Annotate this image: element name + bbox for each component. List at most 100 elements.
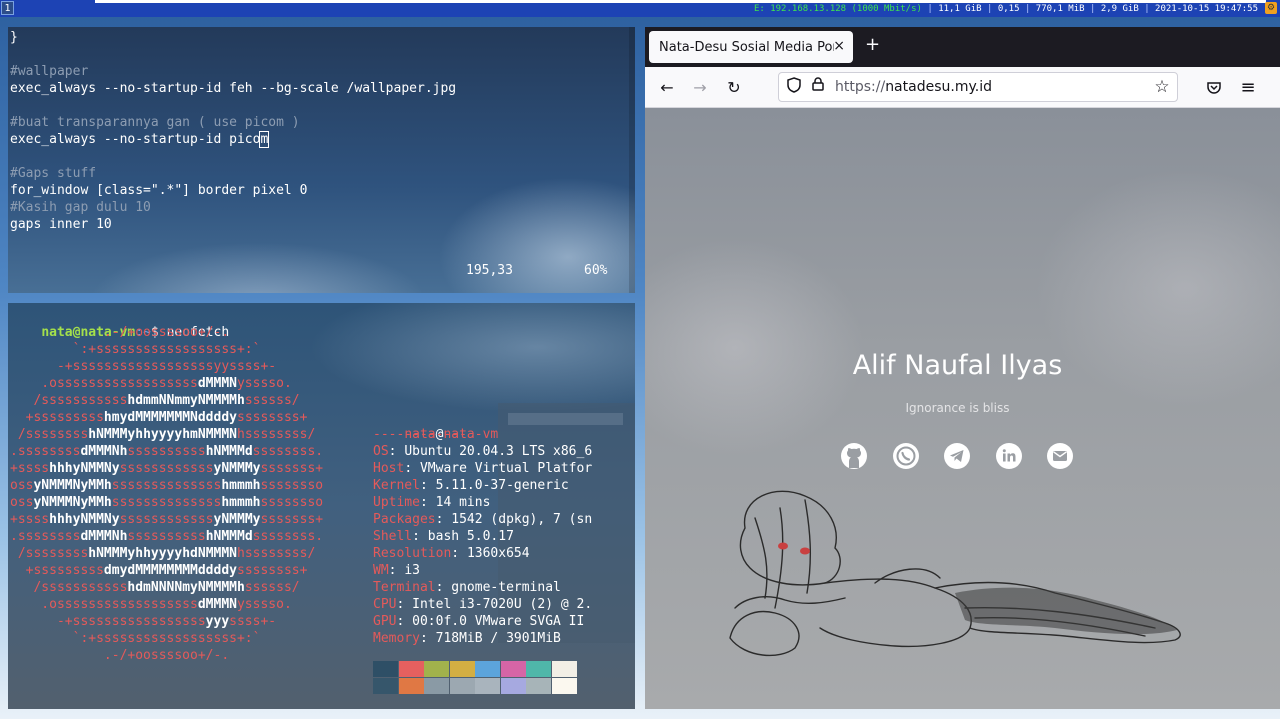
wallpaper-building	[508, 413, 623, 425]
info-key: Memory	[373, 631, 420, 646]
web-page: Alif Naufal Ilyas Ignorance is bliss	[645, 108, 1280, 709]
vim-code-line: for_window [class=".*"] border pixel 0	[10, 183, 308, 198]
vim-code-line	[10, 46, 456, 63]
vim-comment-line: #buat transparannya gan ( use picom )	[10, 115, 300, 130]
firefox-window: Nata-Desu Sosial Media Port × + ← → ↻ ht…	[645, 27, 1280, 709]
info-value: Ubuntu 20.04.3 LTS x86_6	[404, 444, 593, 459]
logo-line: ossyNMMMNyMMhsssssssssssssshmmmhssssssso	[10, 478, 324, 493]
palette-swatch	[526, 678, 551, 694]
info-value: bash 5.0.17	[427, 529, 514, 544]
palette-swatch	[398, 661, 424, 677]
vim-editor-window[interactable]: } #wallpaper exec_always --no-startup-id f…	[8, 27, 635, 293]
scrollbar[interactable]	[629, 27, 635, 293]
info-key: WM	[373, 563, 389, 578]
memory2-status: 2,9 GiB	[1100, 4, 1139, 14]
vim-cursor: m	[259, 131, 270, 148]
bookmark-star-icon[interactable]: ☆	[1152, 77, 1172, 97]
logo-line: +ssssssssshmydMMMMMMMNddddyssssssss+	[10, 410, 308, 425]
vim-ruler: 195,33	[466, 263, 513, 278]
info-line: CPU: Intel i3-7020U (2) @ 2.	[373, 597, 593, 612]
info-line: Shell: bash 5.0.17	[373, 529, 514, 544]
vim-buffer[interactable]: } #wallpaper exec_always --no-startup-id f…	[10, 29, 456, 233]
info-key: Uptime	[373, 495, 420, 510]
info-value: gnome-terminal	[451, 580, 561, 595]
new-tab-button[interactable]: +	[865, 34, 880, 55]
menu-icon[interactable]: ≡	[1237, 77, 1259, 99]
telegram-icon[interactable]	[942, 441, 972, 471]
info-value: 14 mins	[435, 495, 491, 510]
info-line: Resolution: 1360x654	[373, 546, 530, 561]
info-line: Uptime: 14 mins	[373, 495, 491, 510]
browser-tab[interactable]: Nata-Desu Sosial Media Port ×	[649, 31, 853, 63]
logo-line: .ssssssssdMMMNhsssssssssshNMMMdssssssss.	[10, 529, 324, 544]
info-line: OS: Ubuntu 20.04.3 LTS x86_6	[373, 444, 593, 459]
palette-swatch	[424, 661, 449, 677]
palette-swatch	[449, 678, 475, 694]
whatsapp-icon[interactable]	[891, 441, 921, 471]
info-value: 1542 (dpkg), 7 (sn	[451, 512, 593, 527]
palette-swatch	[449, 661, 475, 677]
logo-line: -+ssssssssssssssssssyyssss+-	[10, 359, 277, 374]
tab-close-icon[interactable]: ×	[833, 38, 845, 54]
info-line: GPU: 00:0f.0 VMware SVGA II	[373, 614, 585, 629]
memory-status: 770,1 MiB	[1035, 4, 1085, 14]
linkedin-icon[interactable]	[994, 441, 1024, 471]
palette-swatch	[526, 661, 551, 677]
info-key: OS	[373, 444, 389, 459]
shield-icon[interactable]	[784, 77, 804, 97]
vim-code-line	[10, 148, 456, 165]
info-value: 1360x654	[466, 546, 530, 561]
info-key: CPU	[373, 597, 397, 612]
info-value: i3	[404, 563, 420, 578]
i3-status-bar: 1 E: 192.168.13.128 (1000 Mbit/s) | 11,1…	[0, 0, 1280, 17]
url-text[interactable]: https://natadesu.my.id	[835, 79, 992, 95]
palette-swatch	[475, 678, 500, 694]
anime-girl-illustration	[729, 490, 1181, 657]
palette-swatch	[398, 678, 424, 694]
reload-button[interactable]: ↻	[723, 77, 745, 99]
pocket-icon[interactable]	[1203, 77, 1225, 99]
github-icon[interactable]	[839, 441, 869, 471]
workspace-button[interactable]: 1	[1, 1, 14, 15]
info-value: Intel i3-7020U (2) @ 2.	[412, 597, 593, 612]
vim-code-line: exec_always --no-startup-id picom	[10, 131, 270, 148]
background-cloud	[645, 238, 865, 458]
vim-code-line	[10, 97, 456, 114]
palette-swatch	[475, 661, 500, 677]
back-button[interactable]: ←	[656, 77, 678, 99]
nav-toolbar: ← → ↻ https://natadesu.my.id ☆ ≡	[645, 67, 1280, 108]
info-line: Kernel: 5.11.0-37-generic	[373, 478, 569, 493]
forward-button[interactable]: →	[689, 77, 711, 99]
terminal-window[interactable]: nata@nata-vm:~$ neofetch .-/+oossssoo+/-…	[8, 303, 635, 709]
network-status: E: 192.168.13.128 (1000 Mbit/s)	[753, 4, 922, 14]
status-text: E: 192.168.13.128 (1000 Mbit/s) | 11,1 G…	[753, 4, 1258, 14]
info-key: Kernel	[373, 478, 420, 493]
info-line: WM: i3	[373, 563, 420, 578]
logo-line: .ssssssssdMMMNhsssssssssshNMMMdssssssss.	[10, 444, 324, 459]
logo-line: `:+ssssssssssssssssss+:`	[10, 631, 261, 646]
info-value: VMware Virtual Platfor	[419, 461, 593, 476]
neofetch-separator: ------------	[373, 427, 467, 442]
tab-bar: Nata-Desu Sosial Media Port × +	[645, 27, 1280, 67]
logo-line: -+sssssssssssssssssyyyssss+-	[10, 614, 277, 629]
info-line: Packages: 1542 (dpkg), 7 (sn	[373, 512, 593, 527]
info-value: 718MiB / 3901MiB	[435, 631, 561, 646]
info-key: Packages	[373, 512, 436, 527]
info-value: 5.11.0-37-generic	[435, 478, 569, 493]
palette-swatch	[551, 678, 577, 694]
logo-line: ossyNMMMNyMMhsssssssssssssshmmmhssssssso	[10, 495, 324, 510]
url-bar[interactable]: https://natadesu.my.id ☆	[778, 72, 1178, 102]
logo-line: +sssshhhyNMMNyssssssssssssyNMMMysssssss+	[10, 461, 324, 476]
palette-swatch	[373, 678, 398, 694]
info-key: GPU	[373, 614, 397, 629]
info-line: Host: VMware Virtual Platfor	[373, 461, 593, 476]
info-line: Terminal: gnome-terminal	[373, 580, 561, 595]
logo-line: +sssssssssdmydMMMMMMMMddddyssssssss+	[10, 563, 308, 578]
wallpaper-sky	[308, 303, 635, 413]
email-icon[interactable]	[1045, 441, 1075, 471]
lock-icon[interactable]	[808, 77, 828, 97]
tray-icon[interactable]: ⚙	[1265, 2, 1277, 14]
vim-code-line: exec_always --no-startup-id feh --bg-sca…	[10, 81, 457, 96]
logo-line: /sssssssshNMMMyhhyyyyhmNMMMNhssssssss/	[10, 427, 316, 442]
info-line: Memory: 718MiB / 3901MiB	[373, 631, 561, 646]
